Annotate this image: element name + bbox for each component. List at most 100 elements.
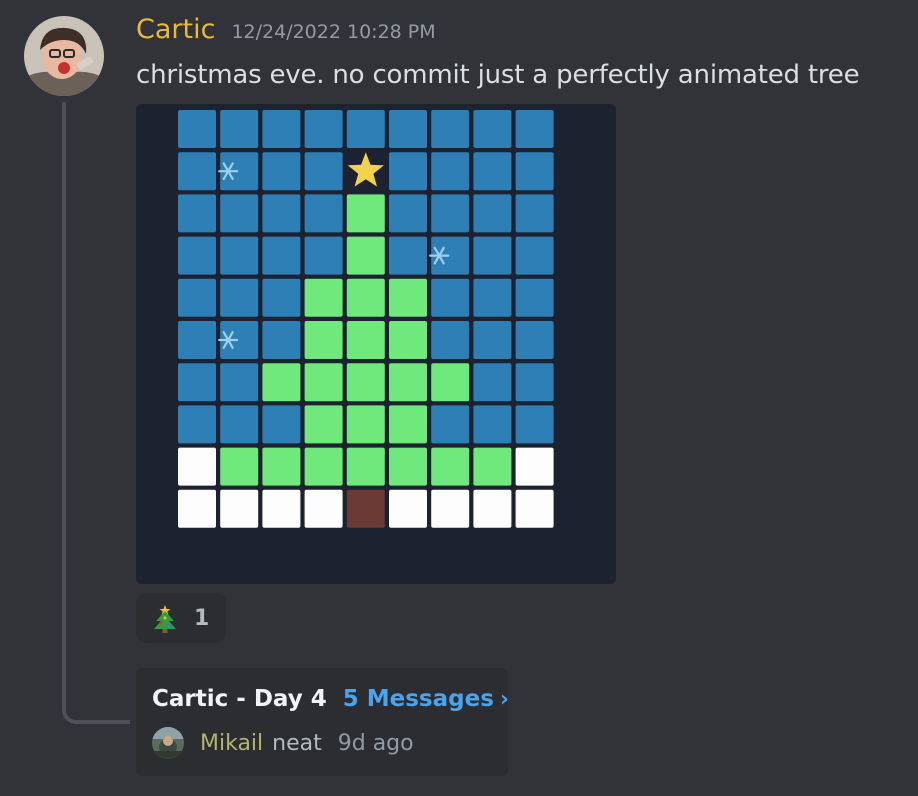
grid-cell-sky	[389, 194, 427, 233]
author-avatar[interactable]	[24, 16, 104, 96]
grid-cell-sky	[262, 321, 301, 359]
grid-cell-snow	[515, 447, 554, 486]
grid-cell-sky	[262, 194, 301, 233]
grid-cell-tree	[389, 363, 427, 402]
grid-cell-sky	[473, 236, 512, 275]
grid-cell-sky	[178, 321, 216, 359]
grid-cell-snow	[431, 489, 470, 528]
grid-cell-tree	[262, 447, 301, 486]
author-name[interactable]: Cartic	[136, 14, 215, 45]
grid-cell-sky	[262, 405, 301, 444]
grid-cell-tree	[346, 321, 385, 359]
grid-cell-sky	[473, 152, 512, 191]
grid-cell-snow	[178, 447, 216, 486]
grid-cell-tree	[346, 363, 385, 402]
grid-cell-sky	[473, 110, 512, 148]
grid-cell-tree	[346, 278, 385, 317]
grid-cell-tree	[304, 278, 343, 317]
grid-cell-sky	[389, 152, 427, 191]
grid-cell-sky	[515, 321, 554, 359]
grid-cell-snow	[178, 489, 216, 528]
grid-cell-sky	[431, 152, 470, 191]
grid-cell-sky	[304, 110, 343, 148]
grid-cell-sky	[178, 236, 216, 275]
message-text: christmas eve. no commit just a perfectl…	[136, 60, 860, 90]
grid-cell-sky	[473, 405, 512, 444]
grid-cell-tree	[346, 236, 385, 275]
chevron-right-icon: ›	[499, 687, 509, 712]
grid-cell-tree	[389, 405, 427, 444]
grid-cell-sky	[515, 110, 554, 148]
grid-cell-tree	[346, 405, 385, 444]
grid-cell-sky	[431, 194, 470, 233]
grid-cell-sky	[515, 363, 554, 402]
thread-connector-line	[62, 102, 130, 724]
grid-cell-tree	[346, 194, 385, 233]
grid-cell-tree	[304, 363, 343, 402]
last-message-time: 9d ago	[337, 730, 414, 756]
grid-cell-sky	[178, 363, 216, 402]
grid-cell-trunk	[346, 489, 385, 528]
grid-cell-tree	[346, 447, 385, 486]
last-author-avatar	[152, 727, 184, 759]
grid-cell-sky	[220, 278, 259, 317]
grid-cell-snow	[389, 489, 427, 528]
grid-cell-sky	[304, 152, 343, 191]
grid-cell-sky	[515, 152, 554, 191]
thread-preview-card[interactable]: Cartic - Day 4 5 Messages › Mikail neat …	[136, 668, 509, 776]
animated-tree-image	[136, 104, 616, 584]
thread-name: Cartic - Day 4	[152, 686, 327, 712]
grid-cell-sky	[431, 278, 470, 317]
message-timestamp: 12/24/2022 10:28 PM	[231, 21, 436, 43]
grid-cell-tree	[304, 321, 343, 359]
grid-cell-sky	[473, 321, 512, 359]
grid-cell-sky	[515, 405, 554, 444]
image-attachment[interactable]	[136, 104, 616, 584]
grid-cell-sky	[515, 278, 554, 317]
thread-message-count-link[interactable]: 5 Messages	[343, 686, 494, 712]
grid-cell-sky	[515, 194, 554, 233]
grid-cell-sky	[431, 405, 470, 444]
grid-cell-sky	[431, 110, 470, 148]
grid-cell-sky	[178, 194, 216, 233]
last-author-name[interactable]: Mikail	[200, 731, 263, 756]
grid-cell-tree	[431, 363, 470, 402]
grid-cell-sky	[220, 363, 259, 402]
message-header: Cartic 12/24/2022 10:28 PM	[136, 14, 436, 45]
grid-cell-tree	[389, 278, 427, 317]
grid-cell-sky	[262, 236, 301, 275]
grid-cell-sky	[389, 110, 427, 148]
reaction-count: 1	[194, 605, 210, 631]
last-message-text: neat	[272, 730, 322, 756]
grid-cell-tree	[389, 447, 427, 486]
grid-cell-sky	[304, 194, 343, 233]
grid-cell-snow	[473, 489, 512, 528]
grid-cell-sky	[515, 236, 554, 275]
grid-cell-sky	[178, 110, 216, 148]
grid-cell-tree	[304, 405, 343, 444]
user-avatar-icon	[24, 16, 104, 96]
grid-cell-sky	[346, 110, 385, 148]
grid-cell-sky	[304, 236, 343, 275]
grid-cell-tree	[262, 363, 301, 402]
grid-cell-sky	[220, 236, 259, 275]
grid-cell-tree	[389, 321, 427, 359]
grid-cell-tree	[431, 447, 470, 486]
grid-cell-sky	[431, 321, 470, 359]
grid-cell-sky	[262, 278, 301, 317]
grid-cell-tree	[473, 447, 512, 486]
grid-cell-sky	[178, 278, 216, 317]
grid-cell-sky	[178, 152, 216, 191]
grid-cell-sky	[178, 405, 216, 444]
reaction-button[interactable]: 1	[136, 593, 226, 643]
grid-cell-sky	[220, 110, 259, 148]
grid-cell-sky	[220, 194, 259, 233]
grid-cell-tree	[220, 447, 259, 486]
grid-cell-sky	[262, 152, 301, 191]
grid-cell-sky	[389, 236, 427, 275]
grid-cell-snow	[515, 489, 554, 528]
thread-title-row: Cartic - Day 4 5 Messages ›	[152, 686, 509, 712]
thread-last-message: Mikail neat 9d ago	[152, 727, 414, 759]
christmas-tree-emoji-icon	[152, 603, 178, 633]
grid-cell-tree	[304, 447, 343, 486]
